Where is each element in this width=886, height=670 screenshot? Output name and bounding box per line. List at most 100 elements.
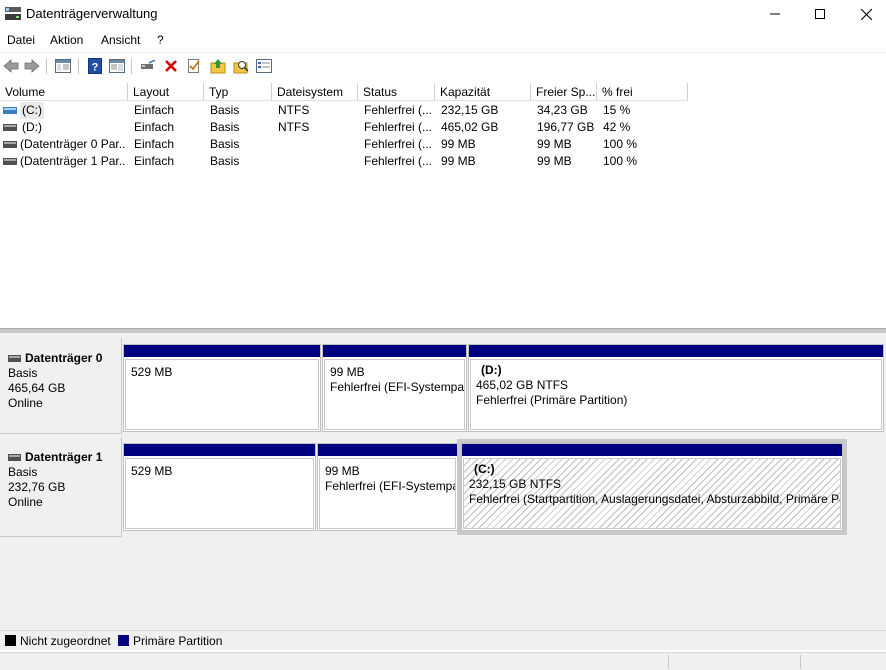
volume-icon bbox=[3, 141, 17, 148]
maximize-button[interactable] bbox=[797, 0, 843, 28]
menu-ansicht[interactable]: Ansicht bbox=[101, 33, 140, 47]
cell-layout: Einfach bbox=[134, 137, 175, 151]
volume-list[interactable]: Volume Layout Typ Dateisystem Status Kap… bbox=[0, 83, 886, 327]
partition-size: 232,15 GB NTFS bbox=[469, 477, 562, 491]
status-separator bbox=[668, 655, 669, 669]
disk-0-partition-1[interactable]: 529 MB bbox=[123, 344, 321, 432]
toolbar: ? bbox=[0, 52, 886, 78]
cell-dateisystem: NTFS bbox=[278, 120, 310, 134]
partition-size: 465,02 GB NTFS bbox=[476, 378, 569, 392]
disk-icon bbox=[8, 454, 21, 461]
cell-volume: (C:) bbox=[20, 102, 44, 119]
cell-freier-speicher: 99 MB bbox=[537, 154, 572, 168]
volume-icon bbox=[3, 107, 17, 114]
table-row[interactable]: (D:) Einfach Basis NTFS Fehlerfrei (... … bbox=[0, 119, 886, 136]
partition-status: Fehlerfrei (EFI-Systempar bbox=[330, 380, 465, 394]
cell-layout: Einfach bbox=[134, 103, 175, 117]
table-row[interactable]: (Datenträger 1 Par... Einfach Basis Fehl… bbox=[0, 153, 886, 170]
column-header-volume[interactable]: Volume bbox=[0, 83, 128, 101]
partition-status: Fehlerfrei (EFI-Systempa bbox=[325, 479, 456, 493]
primary-partition-bar bbox=[124, 345, 320, 357]
delete-icon bbox=[165, 60, 177, 72]
delete-button[interactable] bbox=[162, 57, 180, 75]
help-icon: ? bbox=[88, 58, 102, 74]
close-icon bbox=[860, 8, 872, 20]
disk-1-name: Datenträger 1 bbox=[25, 450, 103, 464]
forward-button[interactable] bbox=[23, 57, 41, 75]
connect-disk-button[interactable] bbox=[139, 57, 157, 75]
partition-size: 99 MB bbox=[330, 365, 365, 379]
partition-status: Fehlerfrei (Primäre Partition) bbox=[476, 393, 628, 407]
disk-icon bbox=[8, 355, 21, 362]
cell-prozent-frei: 15 % bbox=[603, 103, 631, 117]
menu-aktion[interactable]: Aktion bbox=[50, 33, 83, 47]
cell-typ: Basis bbox=[210, 137, 240, 151]
help-button[interactable]: ? bbox=[86, 57, 104, 75]
unallocated-swatch bbox=[5, 635, 16, 646]
disk-0-size: 465,64 GB bbox=[8, 381, 66, 395]
table-row[interactable]: (Datenträger 0 Par... Einfach Basis Fehl… bbox=[0, 136, 886, 153]
status-bar bbox=[0, 652, 886, 670]
cell-layout: Einfach bbox=[134, 154, 175, 168]
properties-pane-icon bbox=[109, 59, 125, 73]
column-header-typ[interactable]: Typ bbox=[204, 83, 272, 101]
partition-size: 529 MB bbox=[131, 365, 173, 379]
menu-datei[interactable]: Datei bbox=[7, 33, 35, 47]
partition-title: (D:) bbox=[481, 363, 502, 377]
column-header-prozent-frei[interactable]: % frei bbox=[597, 83, 688, 101]
primary-partition-bar bbox=[323, 345, 466, 357]
cell-prozent-frei: 42 % bbox=[603, 120, 631, 134]
disk-1-partition-c[interactable]: (C:) 232,15 GB NTFS Fehlerfrei (Startpar… bbox=[457, 439, 847, 535]
disk-1-partition-2[interactable]: 99 MB Fehlerfrei (EFI-Systempa bbox=[317, 443, 458, 531]
cell-kapazitaet: 232,15 GB bbox=[441, 103, 499, 117]
partition-size: 529 MB bbox=[131, 464, 173, 478]
cell-dateisystem: NTFS bbox=[278, 103, 310, 117]
cell-typ: Basis bbox=[210, 154, 240, 168]
disk-1-label[interactable]: Datenträger 1 Basis 232,76 GB Online bbox=[0, 437, 122, 537]
disk-0-title: Datenträger 0 bbox=[8, 351, 121, 366]
legend: Nicht zugeordnet Primäre Partition bbox=[0, 630, 886, 650]
search-folder-icon bbox=[233, 61, 249, 74]
disk-0-partition-2[interactable]: 99 MB Fehlerfrei (EFI-Systempar bbox=[322, 344, 467, 432]
connect-disk-icon bbox=[141, 60, 156, 69]
primary-partition-bar bbox=[469, 345, 883, 357]
properties-button[interactable] bbox=[255, 57, 273, 75]
primary-partition-swatch bbox=[118, 635, 129, 646]
cell-prozent-frei: 100 % bbox=[603, 154, 638, 168]
check-button[interactable] bbox=[185, 57, 203, 75]
console-tree-button[interactable] bbox=[54, 57, 72, 75]
column-header-freier-speicher[interactable]: Freier Sp... bbox=[531, 83, 597, 101]
properties-pane-button[interactable] bbox=[108, 57, 126, 75]
disk-0-label[interactable]: Datenträger 0 Basis 465,64 GB Online bbox=[0, 338, 122, 434]
partition-body: 99 MB Fehlerfrei (EFI-Systempar bbox=[324, 359, 465, 430]
close-button[interactable] bbox=[843, 0, 886, 28]
table-row[interactable]: (C:) Einfach Basis NTFS Fehlerfrei (... … bbox=[0, 102, 886, 119]
disk-0-partition-d[interactable]: (D:) 465,02 GB NTFS Fehlerfrei (Primäre … bbox=[468, 344, 884, 432]
column-header-status[interactable]: Status bbox=[358, 83, 435, 101]
minimize-icon bbox=[770, 13, 780, 15]
back-arrow-icon bbox=[3, 59, 19, 73]
toolbar-separator bbox=[46, 58, 47, 74]
title-bar: Datenträgerverwaltung bbox=[0, 0, 886, 28]
up-folder-icon bbox=[210, 59, 226, 74]
column-header-kapazitaet[interactable]: Kapazität bbox=[435, 83, 531, 101]
column-header-dateisystem[interactable]: Dateisystem bbox=[272, 83, 358, 101]
column-header-layout[interactable]: Layout bbox=[128, 83, 204, 101]
cell-layout: Einfach bbox=[134, 120, 175, 134]
up-folder-button[interactable] bbox=[209, 57, 227, 75]
search-folder-button[interactable] bbox=[232, 57, 250, 75]
minimize-button[interactable] bbox=[752, 0, 798, 28]
toolbar-separator bbox=[131, 58, 132, 74]
back-button[interactable] bbox=[2, 57, 20, 75]
cell-status: Fehlerfrei (... bbox=[364, 137, 433, 151]
partition-body: (D:) 465,02 GB NTFS Fehlerfrei (Primäre … bbox=[470, 359, 882, 430]
toolbar-separator bbox=[78, 58, 79, 74]
properties-icon bbox=[256, 59, 272, 73]
legend-primary-partition-label: Primäre Partition bbox=[133, 634, 223, 648]
disk-management-app-icon bbox=[5, 7, 21, 20]
cell-freier-speicher: 196,77 GB bbox=[537, 120, 595, 134]
menu-help[interactable]: ? bbox=[157, 33, 164, 47]
disk-1-size: 232,76 GB bbox=[8, 480, 66, 494]
disk-1-partition-1[interactable]: 529 MB bbox=[123, 443, 316, 531]
disk-1-state: Online bbox=[8, 495, 43, 509]
